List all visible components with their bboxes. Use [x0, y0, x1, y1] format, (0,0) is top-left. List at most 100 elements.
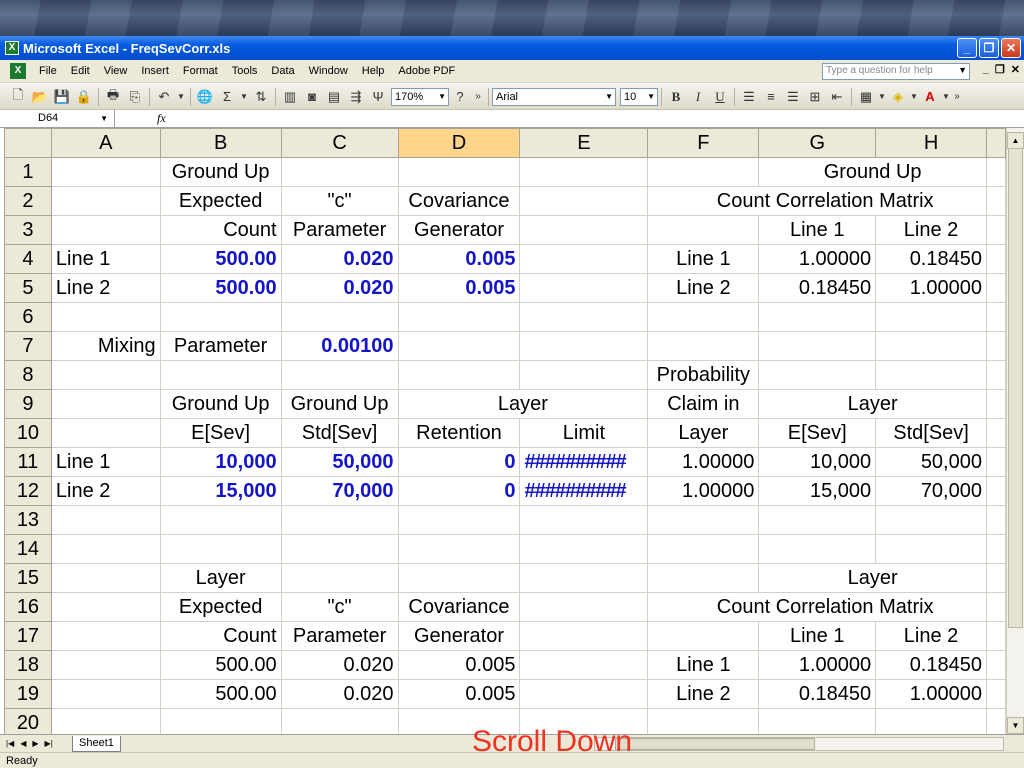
cell[interactable]: Retention [397, 418, 521, 448]
autosum-icon[interactable]: Σ [217, 87, 237, 107]
cell[interactable] [280, 708, 399, 734]
cell[interactable]: 0.005 [397, 650, 521, 680]
cell[interactable] [50, 157, 161, 187]
font-color-icon[interactable]: A [920, 87, 940, 107]
cell[interactable]: 0 [397, 476, 521, 506]
new-icon[interactable]: 🗋 [8, 87, 28, 107]
next-sheet-icon[interactable]: ▶ [32, 739, 38, 748]
cell[interactable]: Layer [647, 418, 760, 448]
row-header[interactable]: 16 [4, 592, 52, 622]
italic-icon[interactable]: I [688, 87, 708, 107]
cell[interactable] [985, 476, 1006, 506]
cell[interactable]: 500.00 [159, 244, 282, 274]
cell[interactable] [50, 389, 161, 419]
cell[interactable] [647, 708, 760, 734]
cell[interactable]: Generator [397, 621, 521, 651]
doc-minimize-button[interactable]: _ [983, 63, 989, 76]
cell[interactable] [985, 215, 1006, 245]
cell[interactable]: 70,000 [875, 476, 987, 506]
cell[interactable]: Generator [397, 215, 521, 245]
cell[interactable]: Line 1 [647, 244, 760, 274]
cell[interactable] [647, 563, 760, 593]
cell[interactable]: Line 1 [758, 215, 877, 245]
cell[interactable] [875, 534, 987, 564]
cell[interactable] [397, 157, 521, 187]
cell[interactable]: 1.00000 [647, 476, 760, 506]
row-header[interactable]: 8 [4, 360, 52, 390]
menu-file[interactable]: File [32, 65, 64, 77]
column-header-c[interactable]: C [280, 128, 399, 158]
cell[interactable] [397, 563, 521, 593]
cell[interactable]: 10,000 [758, 447, 877, 477]
horizontal-scrollbar[interactable] [594, 737, 1004, 751]
cell[interactable]: Ground Up [758, 157, 987, 187]
menu-format[interactable]: Format [176, 65, 225, 77]
menu-insert[interactable]: Insert [134, 65, 176, 77]
row-header[interactable]: 14 [4, 534, 52, 564]
cell[interactable]: Count [159, 215, 282, 245]
camera-icon[interactable]: ◙ [302, 87, 322, 107]
cell[interactable] [985, 621, 1006, 651]
cell[interactable] [985, 360, 1006, 390]
cell[interactable]: 500.00 [159, 273, 282, 303]
cell[interactable] [758, 302, 877, 332]
cell[interactable]: "c" [280, 186, 399, 216]
cell[interactable] [647, 157, 760, 187]
cell[interactable] [519, 592, 649, 622]
cell[interactable]: Probability [647, 360, 760, 390]
cell[interactable]: Expected [159, 592, 282, 622]
cell[interactable] [875, 331, 987, 361]
align-center-icon[interactable]: ≡ [761, 87, 781, 107]
cell[interactable] [519, 157, 649, 187]
cell[interactable] [280, 563, 399, 593]
cell[interactable] [280, 302, 399, 332]
sort-icon[interactable]: ⇅ [251, 87, 271, 107]
cell[interactable] [50, 360, 161, 390]
cell[interactable] [159, 708, 282, 734]
cell[interactable]: 70,000 [280, 476, 399, 506]
chevron-down-icon[interactable]: ▼ [438, 92, 446, 101]
close-button[interactable]: ✕ [1001, 38, 1021, 58]
formula-input[interactable] [173, 110, 1024, 127]
cell[interactable]: 0.005 [397, 244, 521, 274]
cell[interactable] [647, 534, 760, 564]
cell[interactable]: 0.18450 [758, 679, 877, 709]
column-header-h[interactable]: H [875, 128, 987, 158]
sheet-tab-sheet1[interactable]: Sheet1 [72, 735, 121, 752]
cell[interactable]: Layer [758, 389, 987, 419]
borders-icon[interactable]: ▦ [856, 87, 876, 107]
row-header[interactable]: 13 [4, 505, 52, 535]
menu-adobe-pdf[interactable]: Adobe PDF [391, 65, 462, 77]
cell[interactable] [647, 215, 760, 245]
cell[interactable]: Count Correlation Matrix [647, 186, 987, 216]
cell[interactable]: 0.020 [280, 244, 399, 274]
menu-edit[interactable]: Edit [64, 65, 97, 77]
row-header[interactable]: 7 [4, 331, 52, 361]
cell[interactable] [985, 186, 1006, 216]
column-header-f[interactable]: F [647, 128, 760, 158]
cell[interactable] [397, 534, 521, 564]
column-header-g[interactable]: G [758, 128, 877, 158]
cell[interactable] [519, 360, 649, 390]
cell[interactable]: 15,000 [159, 476, 282, 506]
cell[interactable] [280, 534, 399, 564]
cell[interactable]: 0.18450 [875, 244, 987, 274]
cell[interactable]: 10,000 [159, 447, 282, 477]
more-options-icon[interactable]: » [952, 87, 962, 107]
form-icon[interactable]: ▤ [324, 87, 344, 107]
cell[interactable]: 0.005 [397, 273, 521, 303]
font-size-select[interactable]: 10 ▼ [620, 87, 658, 106]
copy-icon[interactable]: ⎘ [125, 87, 145, 107]
cell[interactable]: 1.00000 [647, 447, 760, 477]
cell[interactable]: Line 2 [50, 273, 161, 303]
spreadsheet-grid[interactable]: A B C D E F G H 1 Ground Up Ground Up 2 … [4, 128, 1006, 734]
menu-window[interactable]: Window [302, 65, 355, 77]
cell[interactable] [875, 302, 987, 332]
cell[interactable] [985, 447, 1006, 477]
cell[interactable] [985, 563, 1006, 593]
cell[interactable] [758, 534, 877, 564]
cell[interactable] [50, 534, 161, 564]
cell[interactable] [519, 215, 649, 245]
chevron-down-icon[interactable]: ▼ [239, 87, 249, 107]
row-header[interactable]: 6 [4, 302, 52, 332]
